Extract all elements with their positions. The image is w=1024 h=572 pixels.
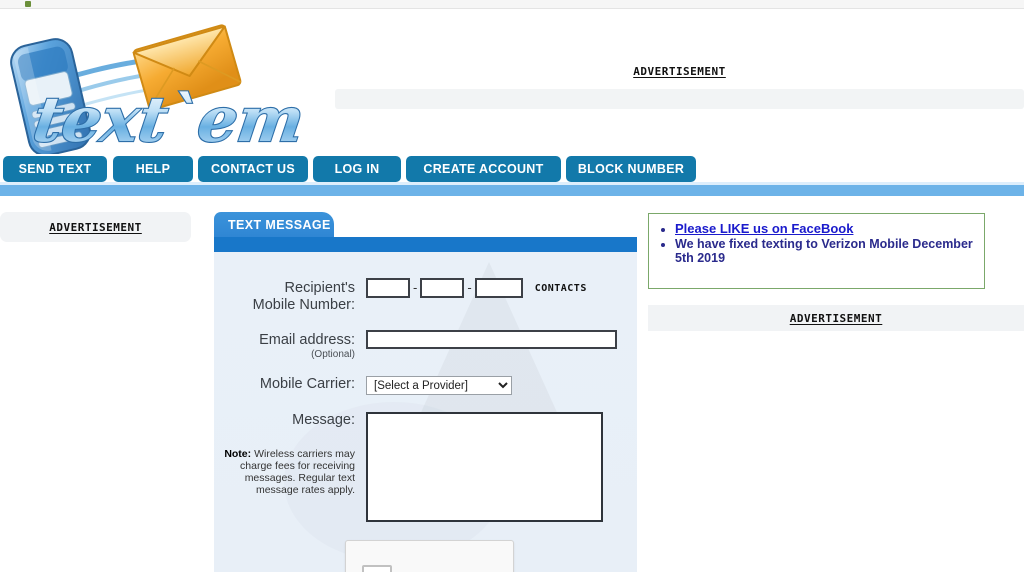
separator-band xyxy=(0,185,1024,196)
recipient-number-label-line2: Mobile Number: xyxy=(252,297,355,313)
advertisement-right: ADVERTISEMENT xyxy=(648,305,1024,331)
carrier-label: Mobile Carrier: xyxy=(259,376,355,392)
recipient-number-label: Recipient's Mobile Number: xyxy=(253,280,355,314)
site-logo[interactable]: text`em xyxy=(0,19,320,154)
recipient-number-label-line1: Recipient's xyxy=(284,280,355,296)
contacts-link[interactable]: CONTACTS xyxy=(535,283,587,294)
announcements-box: Please LIKE us on FaceBook We have fixed… xyxy=(648,213,985,289)
message-textarea[interactable] xyxy=(366,412,603,522)
email-sublabel: (Optional) xyxy=(311,349,355,360)
nav-item-block-number[interactable]: BLOCK NUMBER xyxy=(566,156,696,182)
phone-line-number-input[interactable] xyxy=(474,278,523,298)
email-label: Email address: xyxy=(259,332,355,348)
email-input[interactable] xyxy=(366,330,617,349)
nav-item-send-text[interactable]: SEND TEXT xyxy=(3,156,107,182)
carrier-fee-note: Note: Wireless carriers may charge fees … xyxy=(214,448,355,496)
recaptcha-widget[interactable]: I'm not a robot xyxy=(345,540,514,572)
announcement-item-facebook[interactable]: Please LIKE us on FaceBook xyxy=(675,222,984,236)
advertisement-top: ADVERTISEMENT xyxy=(335,65,1024,109)
site-header: text`em ADVERTISEMENT xyxy=(0,9,1024,156)
advertisement-right-label: ADVERTISEMENT xyxy=(789,311,883,325)
message-label: Message: xyxy=(292,412,355,428)
favicon-icon xyxy=(25,1,31,7)
nav-item-create-account[interactable]: CREATE ACCOUNT xyxy=(406,156,561,182)
tab-text-message[interactable]: TEXT MESSAGE xyxy=(214,212,334,237)
page-body: ADVERTISEMENT TEXT MESSAGE Recipient's M… xyxy=(0,196,1024,572)
phone-dash-2: - xyxy=(467,280,472,295)
nav-item-help[interactable]: HELP xyxy=(113,156,193,182)
announcement-item-verizon: We have fixed texting to Verizon Mobile … xyxy=(675,237,984,265)
note-bold-prefix: Note: xyxy=(224,448,252,460)
announcements-list: Please LIKE us on FaceBook We have fixed… xyxy=(649,222,984,266)
recaptcha-checkbox[interactable] xyxy=(362,565,392,572)
phone-prefix-input[interactable] xyxy=(420,278,465,298)
panel-tab-bar xyxy=(214,237,637,252)
advertisement-left: ADVERTISEMENT xyxy=(0,212,191,242)
phone-dash-1: - xyxy=(413,280,418,295)
text-message-panel: TEXT MESSAGE Recipient's Mobile Number: … xyxy=(214,212,637,572)
main-navigation: SEND TEXT HELP CONTACT US LOG IN CREATE … xyxy=(0,156,1024,184)
carrier-select[interactable]: [Select a Provider] xyxy=(366,376,512,395)
advertisement-left-label: ADVERTISEMENT xyxy=(49,220,142,234)
svg-text:text`em: text`em xyxy=(29,83,309,154)
facebook-like-link[interactable]: Please LIKE us on FaceBook xyxy=(675,221,853,236)
page-root: text`em ADVERTISEMENT SEND TEXT HELP CON… xyxy=(0,0,1024,572)
text-message-form: Recipient's Mobile Number: - - CONTACTS … xyxy=(214,252,637,572)
nav-item-log-in[interactable]: LOG IN xyxy=(313,156,401,182)
phone-area-code-input[interactable] xyxy=(366,278,410,298)
advertisement-top-slot xyxy=(335,89,1024,109)
nav-item-contact-us[interactable]: CONTACT US xyxy=(198,156,308,182)
advertisement-top-label: ADVERTISEMENT xyxy=(633,65,726,78)
browser-top-strip xyxy=(0,0,1024,9)
note-text: Wireless carriers may charge fees for re… xyxy=(240,448,355,496)
